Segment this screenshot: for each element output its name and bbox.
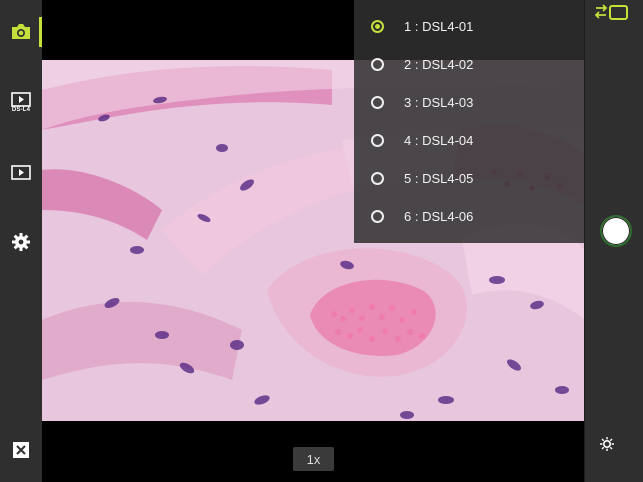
camera-option-6[interactable]: 6 : DSL4-06 [354,197,585,235]
camera-option-2[interactable]: 2 : DSL4-02 [354,45,585,83]
camera-option-3[interactable]: 3 : DSL4-03 [354,83,585,121]
camera-option-1[interactable]: 1 : DSL4-01 [354,7,585,45]
camera-option-label: 4 : DSL4-04 [404,132,474,148]
play-icon [11,91,31,107]
switch-camera-button[interactable] [594,4,629,27]
left-toolbar: DS-L4 [0,0,43,482]
radio-button [371,209,384,223]
camera-option-label: 2 : DSL4-02 [404,56,474,72]
camera-option-5[interactable]: 5 : DSL4-05 [354,159,585,197]
switch-camera-icon [594,4,628,20]
brightness-button[interactable] [599,436,615,457]
settings-button[interactable] [0,222,42,262]
radio-button-selected [371,19,384,33]
radio-button [371,57,384,71]
ds-player-button[interactable]: DS-L4 [0,82,42,122]
camera-icon [12,24,30,39]
camera-option-label: 5 : DSL4-05 [404,170,474,186]
camera-option-label: 3 : DSL4-03 [404,94,474,110]
radio-button [371,171,384,185]
radio-button [371,95,384,109]
camera-option-label: 1 : DSL4-01 [404,18,474,34]
shutter-button[interactable] [600,215,632,247]
brightness-icon [600,437,614,451]
camera-button[interactable] [0,12,42,52]
gear-icon [12,233,30,251]
play-icon [11,164,31,180]
camera-select-menu: 1 : DSL4-01 2 : DSL4-02 3 : DSL4-03 4 : … [354,0,585,243]
ds-label: DS-L4 [11,106,31,113]
zoom-indicator[interactable]: 1x [293,447,334,471]
camera-option-label: 6 : DSL4-06 [404,208,474,224]
player-button[interactable] [0,152,42,192]
camera-option-4[interactable]: 4 : DSL4-04 [354,121,585,159]
close-icon [13,442,29,458]
close-button[interactable] [0,430,42,470]
radio-button [371,133,384,147]
